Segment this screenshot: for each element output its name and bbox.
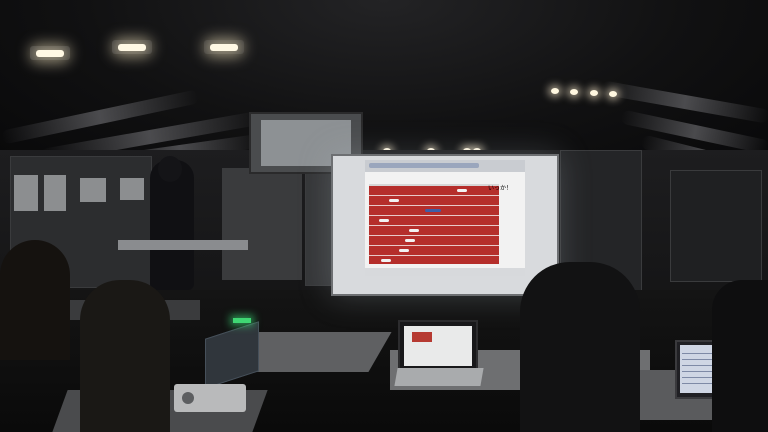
track-lane <box>369 195 499 196</box>
ceiling-light <box>204 40 244 54</box>
runner-marker <box>457 189 467 192</box>
projected-browser <box>365 160 525 276</box>
ceiling-light <box>112 40 152 54</box>
projector-lens <box>182 392 194 404</box>
poster <box>80 178 106 202</box>
runner-marker <box>405 239 415 242</box>
poster <box>120 178 144 200</box>
browser-tabs <box>369 163 479 168</box>
laptop-screen <box>398 320 478 374</box>
audience-member <box>712 280 768 432</box>
laptop-display <box>404 326 472 366</box>
exit-light <box>233 318 251 323</box>
laptop-display-accent <box>412 332 432 342</box>
browser-toolbar <box>365 160 525 172</box>
track-lane <box>369 225 499 226</box>
audience-member <box>80 280 170 432</box>
track-lane <box>369 245 499 246</box>
race-track <box>369 184 499 264</box>
runner-marker <box>399 249 409 252</box>
runner-marker <box>409 229 419 232</box>
spot-light <box>570 89 578 95</box>
poster <box>14 175 38 211</box>
runner-marker <box>425 209 441 212</box>
runner-marker <box>389 199 399 202</box>
spot-light <box>609 91 617 97</box>
ceiling <box>0 0 768 180</box>
audience-member <box>520 262 640 432</box>
runner-marker <box>379 219 389 222</box>
partition-panel <box>670 170 762 282</box>
spot-light <box>590 90 598 96</box>
audience-member <box>0 240 70 360</box>
laptop-keyboard <box>394 368 484 386</box>
poster <box>44 175 66 211</box>
track-lane <box>369 235 499 236</box>
track-lane <box>369 205 499 206</box>
projected-caption: いっか！ <box>488 185 513 192</box>
presenter-head <box>158 156 182 182</box>
spot-light <box>551 88 559 94</box>
ceiling-light <box>30 46 70 60</box>
runner-marker <box>381 259 391 262</box>
track-lane <box>369 255 499 256</box>
track-lane <box>369 215 499 216</box>
browser-status-bar <box>365 268 525 276</box>
partition-panel <box>222 168 302 280</box>
back-table <box>118 240 248 250</box>
